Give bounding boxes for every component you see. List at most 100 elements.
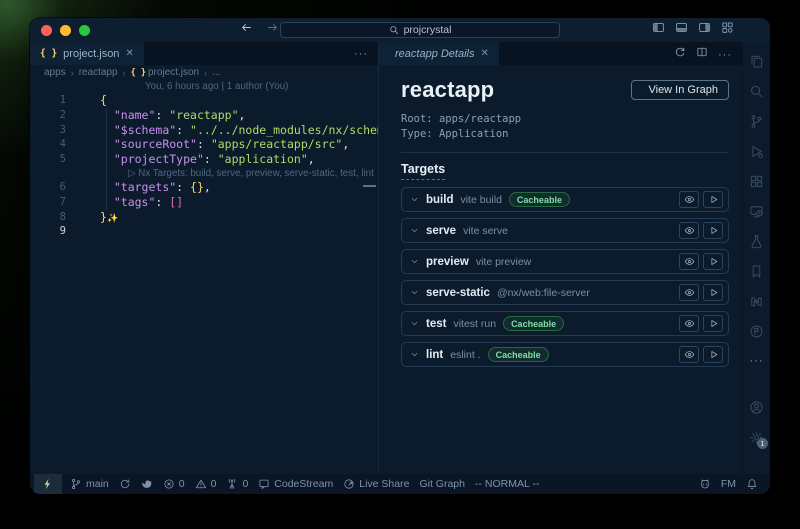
- code-line-3: 3 "$schema": "../../node_modules/nx/sche…: [30, 123, 378, 138]
- view-target-config-button[interactable]: [679, 346, 699, 363]
- back-button[interactable]: [240, 21, 253, 39]
- target-row-serve-static[interactable]: serve-static@nx/web:file-server: [401, 280, 729, 305]
- problems-warnings[interactable]: 0: [190, 474, 222, 494]
- run-target-button[interactable]: [703, 253, 723, 270]
- activity-remote-explorer[interactable]: [743, 196, 770, 226]
- breadcrumb-item[interactable]: { }project.json: [131, 67, 200, 78]
- search-icon: [749, 84, 764, 99]
- view-target-config-button[interactable]: [679, 315, 699, 332]
- more-actions-icon[interactable]: ···: [354, 48, 368, 60]
- tab-reactapp-details[interactable]: reactapp Details ✕: [379, 42, 499, 65]
- refresh-button[interactable]: [674, 45, 686, 63]
- nx-targets-codelens[interactable]: ▷ Nx Targets: build, serve, preview, ser…: [30, 167, 378, 180]
- editor-group-right: reactapp Details ✕ ··· reactapp View In …: [379, 42, 742, 474]
- view-target-config-button[interactable]: [679, 191, 699, 208]
- chevron-down-icon[interactable]: [410, 284, 419, 302]
- view-target-config-button[interactable]: [679, 253, 699, 270]
- settings-badge: 1: [757, 438, 768, 449]
- breadcrumb-item[interactable]: ...: [212, 67, 220, 78]
- target-row-lint[interactable]: linteslint .Cacheable: [401, 342, 729, 367]
- close-tab-icon[interactable]: ✕: [481, 49, 489, 59]
- chevron-down-icon[interactable]: [410, 253, 419, 271]
- tab-project-json[interactable]: { } project.json ✕: [30, 42, 144, 65]
- activity-run-debug[interactable]: [743, 136, 770, 166]
- play-icon: [708, 194, 719, 205]
- run-target-button[interactable]: [703, 346, 723, 363]
- view-target-config-button[interactable]: [679, 284, 699, 301]
- ports[interactable]: 0: [221, 474, 253, 494]
- search-text: projcrystal: [404, 24, 452, 36]
- editor-area: { } project.json ✕ ··· apps›reactapp›{ }…: [30, 42, 770, 474]
- copilot[interactable]: [694, 474, 716, 494]
- chevron-down-icon[interactable]: [410, 346, 419, 364]
- run-target-button[interactable]: [703, 191, 723, 208]
- split-editor-button[interactable]: [696, 45, 708, 63]
- close-tab-icon[interactable]: ✕: [125, 49, 133, 59]
- radio-tower-icon: [226, 478, 238, 490]
- notifications[interactable]: [741, 474, 763, 494]
- code-editor[interactable]: You, 6 hours ago | 1 author (You) 1{2 "n…: [30, 80, 378, 474]
- activity-testing[interactable]: [743, 226, 770, 256]
- layout-sidebar-right-icon: [698, 21, 711, 34]
- chevron-down-icon[interactable]: [410, 222, 419, 240]
- line-number: 2: [30, 108, 66, 123]
- activity-search[interactable]: [743, 76, 770, 106]
- vim-mode[interactable]: -- NORMAL --: [470, 474, 544, 494]
- layout-sidebar-right-button[interactable]: [698, 21, 711, 39]
- remote-indicator[interactable]: [34, 474, 62, 494]
- layout-panel-bottom-button[interactable]: [675, 21, 688, 39]
- fm-indicator[interactable]: FM: [716, 474, 741, 494]
- target-row-test[interactable]: testvitest runCacheable: [401, 311, 729, 336]
- minimize-window-button[interactable]: [60, 25, 71, 36]
- git-graph-status[interactable]: Git Graph: [414, 474, 470, 494]
- live-share[interactable]: Live Share: [338, 474, 414, 494]
- view-in-graph-button[interactable]: View In Graph: [631, 80, 729, 100]
- chevron-down-icon[interactable]: [410, 191, 419, 209]
- chevron-down-icon[interactable]: [410, 315, 419, 333]
- play-icon: [708, 349, 719, 360]
- code-lines: 1{2 "name": "reactapp",3 "$schema": "../…: [30, 93, 378, 239]
- target-row-build[interactable]: buildvite buildCacheable: [401, 187, 729, 212]
- activity-more[interactable]: ···: [743, 346, 770, 376]
- extension-bird[interactable]: [136, 474, 158, 494]
- copilot-icon: [699, 478, 711, 490]
- json-braces-icon: { }: [131, 68, 146, 78]
- activity-nx-console[interactable]: [743, 286, 770, 316]
- breadcrumb-item[interactable]: apps: [44, 67, 66, 78]
- run-target-button[interactable]: [703, 284, 723, 301]
- indent-guide: [106, 108, 107, 210]
- zoom-window-button[interactable]: [79, 25, 90, 36]
- activity-account[interactable]: [743, 392, 770, 422]
- git-blame-lens[interactable]: You, 6 hours ago | 1 author (You): [30, 80, 378, 93]
- close-window-button[interactable]: [41, 25, 52, 36]
- sync-status[interactable]: [114, 474, 136, 494]
- activity-extensions[interactable]: [743, 166, 770, 196]
- codestream[interactable]: CodeStream: [253, 474, 338, 494]
- problems-errors[interactable]: 0: [158, 474, 190, 494]
- run-target-button[interactable]: [703, 222, 723, 239]
- view-target-config-button[interactable]: [679, 222, 699, 239]
- activity-explorer[interactable]: [743, 46, 770, 76]
- activity-source-control[interactable]: [743, 106, 770, 136]
- breadcrumb-item[interactable]: reactapp: [79, 67, 118, 78]
- target-row-preview[interactable]: previewvite preview: [401, 249, 729, 274]
- layout-sidebar-left-button[interactable]: [652, 21, 665, 39]
- breadcrumb: apps›reactapp›{ }project.json›...: [30, 65, 378, 80]
- eye-row-icon: [684, 194, 695, 205]
- git-branch[interactable]: main: [65, 474, 114, 494]
- play-icon: [708, 225, 719, 236]
- activity-bookmarks[interactable]: [743, 256, 770, 286]
- activity-gear[interactable]: 1: [743, 422, 770, 452]
- run-target-button[interactable]: [703, 315, 723, 332]
- root-value: apps/reactapp: [439, 113, 521, 125]
- forward-button[interactable]: [266, 21, 279, 39]
- tab-label: reactapp Details: [395, 48, 475, 60]
- target-command: eslint .: [450, 349, 480, 361]
- ellipsis-button[interactable]: ···: [718, 45, 732, 63]
- target-row-serve[interactable]: servevite serve: [401, 218, 729, 243]
- cacheable-badge: Cacheable: [488, 347, 549, 362]
- tab-bar-left-actions: ···: [344, 42, 378, 65]
- activity-git-graph[interactable]: [743, 316, 770, 346]
- command-center-search[interactable]: projcrystal: [280, 22, 560, 38]
- layout-customize-button[interactable]: [721, 21, 734, 39]
